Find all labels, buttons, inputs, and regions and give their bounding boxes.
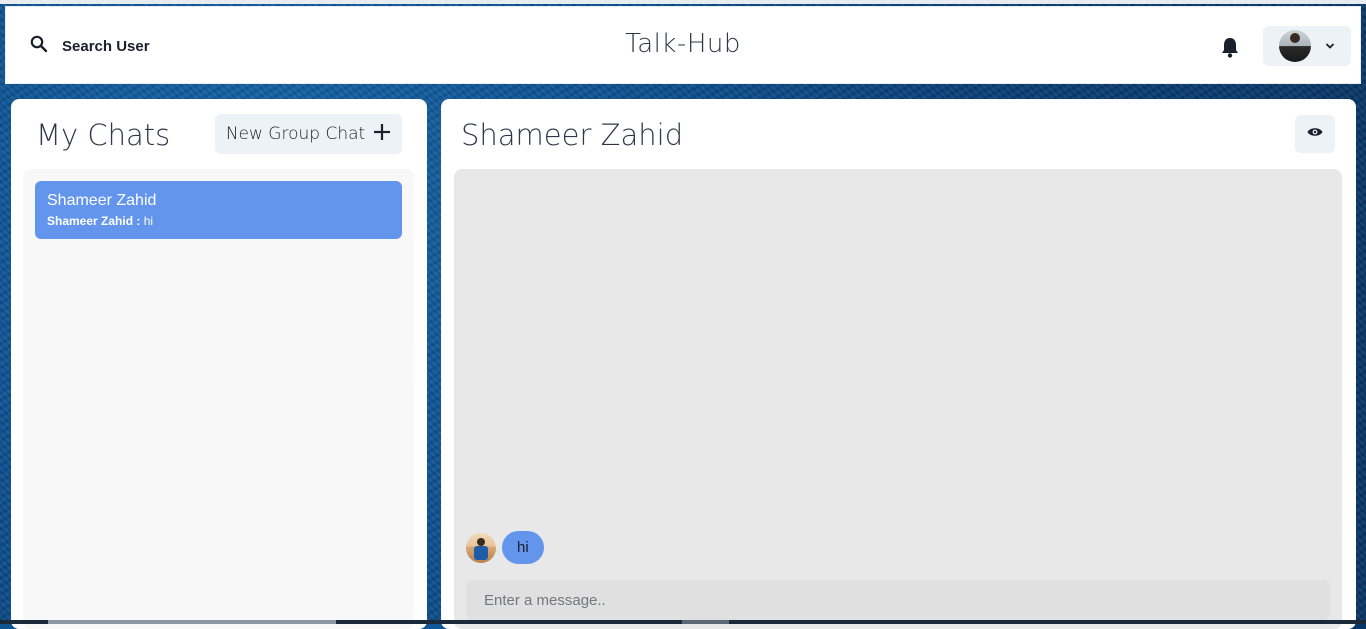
chat-last-sender: Shameer Zahid : (47, 214, 141, 228)
chat-last-message: Shameer Zahid : hi (47, 214, 390, 228)
message-bubble: hi (502, 531, 544, 564)
avatar (1279, 30, 1311, 62)
scrollbar-segment (48, 620, 336, 624)
app-title: Talk-Hub (625, 29, 741, 59)
my-chats-title: My Chats (36, 118, 171, 152)
message-area: hi (454, 169, 1342, 629)
eye-icon (1307, 125, 1323, 143)
bell-icon[interactable] (1220, 36, 1240, 63)
avatar[interactable] (466, 532, 496, 563)
top-header: Search User Talk-Hub (5, 6, 1361, 84)
chat-name: Shameer Zahid (47, 192, 157, 209)
new-group-chat-label: New Group Chat (225, 124, 366, 144)
profile-menu-button[interactable] (1263, 26, 1351, 66)
chat-list: Shameer Zahid Shameer Zahid : hi (23, 169, 414, 629)
chevron-down-icon (1325, 37, 1335, 55)
top-strip (0, 0, 1366, 4)
list-item[interactable]: Shameer Zahid Shameer Zahid : hi (35, 181, 402, 239)
message-input[interactable] (466, 580, 1330, 620)
message-row: hi (466, 531, 544, 564)
chat-last-text: hi (143, 214, 154, 228)
scrollbar-segment (682, 620, 729, 624)
new-group-chat-button[interactable]: New Group Chat (215, 114, 402, 154)
conversation-panel: Shameer Zahid hi (441, 99, 1356, 629)
plus-icon (373, 123, 391, 146)
my-chats-panel: My Chats New Group Chat Shameer Zahid Sh… (11, 99, 427, 629)
conversation-title: Shameer Zahid (461, 118, 684, 152)
view-profile-button[interactable] (1295, 115, 1335, 153)
